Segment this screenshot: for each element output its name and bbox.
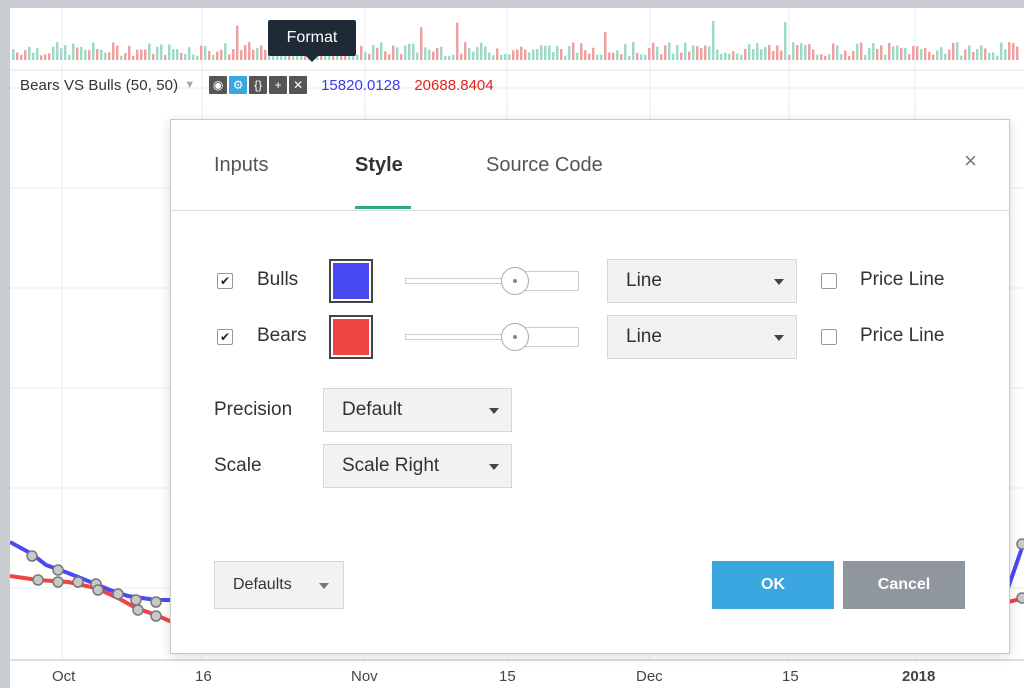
ok-button[interactable]: OK (712, 561, 834, 609)
bears-label: Bears (257, 325, 307, 346)
bears-color-swatch[interactable] (329, 315, 373, 359)
chevron-down-icon (774, 279, 784, 285)
scale-select[interactable]: Scale Right (323, 444, 512, 488)
slider-knob[interactable] (501, 323, 529, 351)
chevron-down-icon[interactable]: ▼ (184, 79, 195, 91)
defaults-label: Defaults (233, 576, 292, 593)
chevron-down-icon (774, 335, 784, 341)
defaults-button[interactable]: Defaults (214, 561, 344, 609)
select-value: Line (626, 270, 662, 291)
close-icon[interactable]: ✕ (289, 76, 308, 94)
bears-price-line-label: Price Line (860, 325, 945, 346)
eye-icon[interactable]: ◉ (209, 76, 228, 94)
chevron-down-icon (319, 583, 329, 589)
axis-label: Oct (52, 668, 76, 685)
bulls-price-line-label: Price Line (860, 269, 945, 290)
select-value: Line (626, 326, 662, 347)
tab-style[interactable]: Style (355, 154, 403, 177)
axis-label: Dec (636, 668, 663, 685)
slider-knob[interactable] (501, 267, 529, 295)
bulls-plot-style-select[interactable]: Line (607, 259, 797, 303)
plus-icon[interactable]: + (269, 76, 288, 94)
axis-label: 15 (782, 668, 799, 685)
code-icon[interactable]: {} (249, 76, 268, 94)
close-icon[interactable]: × (964, 148, 977, 174)
bears-checkbox[interactable]: ✔ (217, 329, 233, 345)
select-value: Default (342, 399, 403, 420)
indicator-legend: Bears VS Bulls (50, 50) ▼ ◉ ⚙ {} + ✕ 158… (10, 74, 710, 96)
plot-row-bears: ✔ Bears Line Price Line (171, 315, 1009, 361)
bears-value: 20688.8404 (414, 76, 494, 94)
format-dialog: Inputs Style Source Code × ✔ Bulls Line … (170, 119, 1010, 654)
bulls-price-line-checkbox[interactable] (821, 273, 837, 289)
dialog-tabs: Inputs Style Source Code × (171, 120, 1009, 211)
chevron-down-icon (489, 464, 499, 470)
bulls-line-left (10, 540, 172, 602)
bulls-opacity-slider[interactable] (405, 267, 579, 295)
axis-label: 2018 (902, 668, 936, 685)
bears-plot-style-select[interactable]: Line (607, 315, 797, 359)
indicator-name[interactable]: Bears VS Bulls (50, 50) (20, 77, 178, 94)
bulls-checkbox[interactable]: ✔ (217, 273, 233, 289)
tab-source-code[interactable]: Source Code (486, 154, 603, 177)
time-axis[interactable]: Oct 16 Nov 15 Dec 15 2018 (10, 662, 1024, 688)
bears-price-line-checkbox[interactable] (821, 329, 837, 345)
cancel-button[interactable]: Cancel (843, 561, 965, 609)
format-tooltip: Format (268, 20, 356, 62)
bulls-color-swatch[interactable] (329, 259, 373, 303)
bulls-value: 15820.0128 (321, 76, 401, 94)
select-value: Scale Right (342, 455, 440, 476)
gear-icon[interactable]: ⚙ (229, 76, 248, 94)
tab-inputs[interactable]: Inputs (214, 154, 268, 177)
bears-opacity-slider[interactable] (405, 323, 579, 351)
plot-row-bulls: ✔ Bulls Line Price Line (171, 259, 1009, 305)
precision-label: Precision (214, 399, 293, 420)
active-tab-indicator (355, 206, 411, 209)
axis-label: 16 (195, 668, 212, 685)
axis-label: 15 (499, 668, 516, 685)
bulls-label: Bulls (257, 269, 299, 290)
axis-label: Nov (351, 668, 378, 685)
precision-select[interactable]: Default (323, 388, 512, 432)
chevron-down-icon (489, 408, 499, 414)
scale-label: Scale (214, 455, 262, 476)
